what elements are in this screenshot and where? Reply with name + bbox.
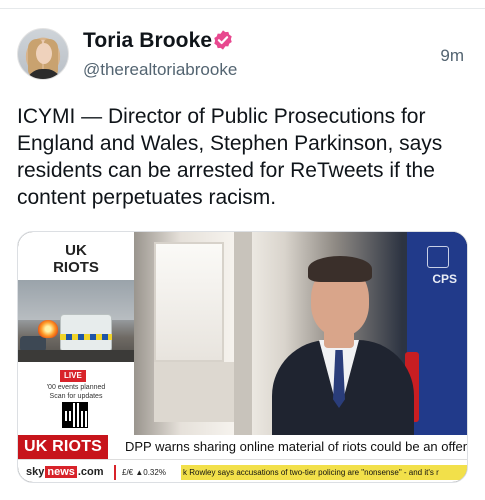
riot-image xyxy=(18,280,134,362)
police-van-stripe xyxy=(60,334,112,340)
pillar xyxy=(234,232,252,435)
headline-bar: UK RIOTS DPP warns sharing online materi… xyxy=(18,435,468,459)
window xyxy=(154,242,224,362)
news-ticker: sky news .com £/€ ▲0.32% k Rowley says acc… xyxy=(18,459,467,482)
video-frame: CPS xyxy=(134,232,467,450)
top-divider xyxy=(0,8,485,9)
ticker-separator xyxy=(114,465,116,480)
author-name[interactable]: Toria Brooke xyxy=(83,29,212,53)
headline-text: DPP warns sharing online material of rio… xyxy=(125,439,468,454)
news-side-panel: UK RIOTS LIVE '00 events planned Scan fo… xyxy=(18,232,134,435)
tweet-media[interactable]: UK RIOTS LIVE '00 events planned Scan fo… xyxy=(17,231,468,483)
timestamp[interactable]: 9m xyxy=(440,46,464,66)
sky-logo-news: news xyxy=(45,466,77,478)
window-sill xyxy=(154,362,234,422)
sky-logo-sky: sky xyxy=(26,466,45,478)
panel-note-line1: '00 events planned xyxy=(46,384,106,391)
speaker-hair xyxy=(308,256,372,282)
road xyxy=(18,350,134,362)
tweet-body: ICYMI — Director of Public Prosecutions … xyxy=(17,105,443,209)
cps-crest-icon xyxy=(427,246,449,268)
panel-note: '00 events planned Scan for updates xyxy=(18,383,134,401)
police-van xyxy=(60,314,112,352)
headline-tag: UK RIOTS xyxy=(18,435,109,459)
panel-note-line2: Scan for updates xyxy=(49,393,103,400)
live-badge: LIVE xyxy=(60,370,86,382)
avatar[interactable] xyxy=(17,28,69,80)
market-readout: £/€ ▲0.32% xyxy=(122,468,166,477)
ticker-text: k Rowley says accusations of two-tier po… xyxy=(181,465,467,480)
sky-news-logo: sky news .com xyxy=(26,466,104,479)
fire xyxy=(38,320,58,338)
verified-badge-icon xyxy=(214,30,232,50)
panel-title-line2: RIOTS xyxy=(53,259,99,276)
avatar-face xyxy=(36,43,52,64)
cps-sign-text: CPS xyxy=(432,272,457,286)
panel-title: UK RIOTS xyxy=(18,242,134,276)
qr-code-icon xyxy=(62,402,88,428)
author-handle[interactable]: @therealtoriabrooke xyxy=(83,60,237,80)
panel-title-line1: UK xyxy=(65,242,87,259)
sky-logo-suffix: .com xyxy=(77,466,104,478)
